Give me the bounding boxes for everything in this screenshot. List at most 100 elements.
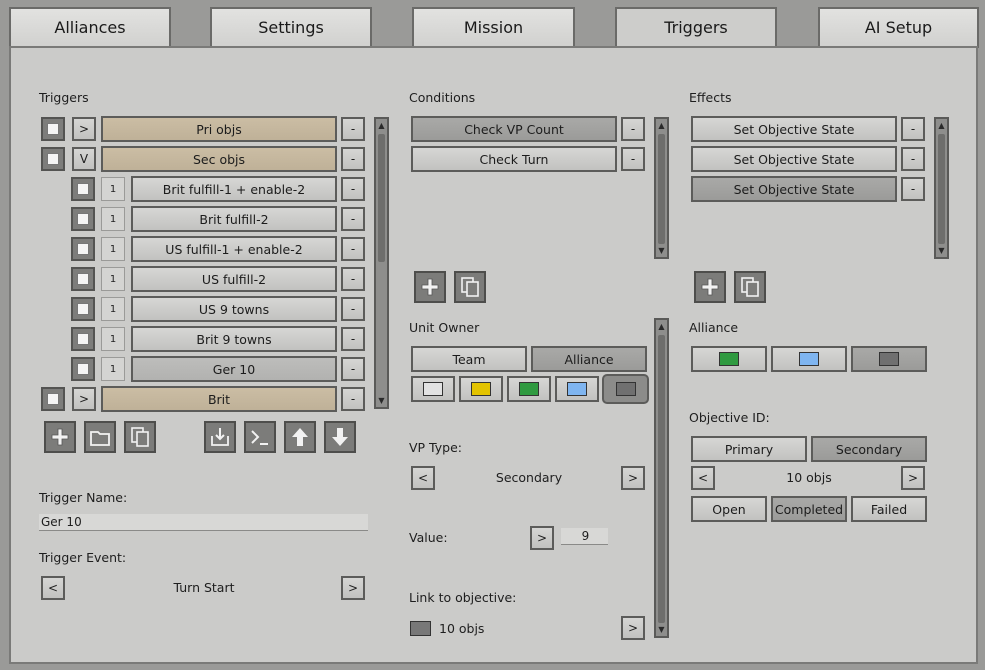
tab-triggers[interactable]: Triggers bbox=[615, 7, 777, 50]
scroll-up-icon[interactable]: ▲ bbox=[656, 120, 667, 131]
triggers-scrollbar[interactable]: ▲ ▼ bbox=[374, 117, 389, 409]
add-effect-button[interactable] bbox=[694, 271, 726, 303]
condition-item-check-turn[interactable]: Check Turn bbox=[411, 146, 617, 172]
remove-trigger-button[interactable]: - bbox=[341, 117, 365, 141]
remove-effect-button[interactable]: - bbox=[901, 177, 925, 201]
remove-effect-button[interactable]: - bbox=[901, 117, 925, 141]
trigger-checkbox[interactable] bbox=[71, 207, 95, 231]
trigger-checkbox[interactable] bbox=[71, 177, 95, 201]
trigger-item[interactable]: Brit fulfill-1 + enable-2 bbox=[131, 176, 337, 202]
trigger-item-sec-objs[interactable]: Sec objs bbox=[101, 146, 337, 172]
trigger-item-pri-objs[interactable]: Pri objs bbox=[101, 116, 337, 142]
owner-color-yellow[interactable] bbox=[459, 376, 503, 402]
copy-condition-button[interactable] bbox=[454, 271, 486, 303]
add-condition-button[interactable] bbox=[414, 271, 446, 303]
scroll-down-icon[interactable]: ▼ bbox=[936, 245, 947, 256]
trigger-checkbox[interactable] bbox=[71, 237, 95, 261]
trigger-checkbox[interactable] bbox=[71, 327, 95, 351]
trigger-checkbox[interactable] bbox=[71, 267, 95, 291]
import-button[interactable] bbox=[204, 421, 236, 453]
tab-ai-setup[interactable]: AI Setup bbox=[818, 7, 979, 48]
trigger-name-input[interactable]: Ger 10 bbox=[39, 514, 368, 531]
trigger-item[interactable]: Brit 9 towns bbox=[131, 326, 337, 352]
vp-type-next-button[interactable]: > bbox=[621, 466, 645, 490]
owner-color-white[interactable] bbox=[411, 376, 455, 402]
remove-trigger-button[interactable]: - bbox=[341, 147, 365, 171]
scroll-thumb[interactable] bbox=[378, 134, 385, 262]
trigger-checkbox[interactable] bbox=[71, 357, 95, 381]
remove-condition-button[interactable]: - bbox=[621, 117, 645, 141]
condition-item-check-vp-count[interactable]: Check VP Count bbox=[411, 116, 617, 142]
owner-tab-alliance[interactable]: Alliance bbox=[531, 346, 647, 372]
trigger-item-brit[interactable]: Brit bbox=[101, 386, 337, 412]
move-up-button[interactable] bbox=[284, 421, 316, 453]
scroll-thumb[interactable] bbox=[658, 134, 665, 244]
add-trigger-button[interactable] bbox=[44, 421, 76, 453]
scroll-up-icon[interactable]: ▲ bbox=[656, 321, 667, 332]
move-down-button[interactable] bbox=[324, 421, 356, 453]
trigger-event-next-button[interactable]: > bbox=[341, 576, 365, 600]
remove-trigger-button[interactable]: - bbox=[341, 267, 365, 291]
trigger-event-prev-button[interactable]: < bbox=[41, 576, 65, 600]
scroll-down-icon[interactable]: ▼ bbox=[656, 624, 667, 635]
owner-color-blue[interactable] bbox=[555, 376, 599, 402]
scroll-down-icon[interactable]: ▼ bbox=[376, 395, 387, 406]
remove-trigger-button[interactable]: - bbox=[341, 297, 365, 321]
remove-trigger-button[interactable]: - bbox=[341, 387, 365, 411]
value-input[interactable]: 9 bbox=[561, 528, 608, 545]
objective-kind-primary[interactable]: Primary bbox=[691, 436, 807, 462]
conditions-scrollbar[interactable]: ▲ ▼ bbox=[654, 117, 669, 259]
remove-trigger-button[interactable]: - bbox=[341, 357, 365, 381]
remove-trigger-button[interactable]: - bbox=[341, 177, 365, 201]
trigger-item-selected[interactable]: Ger 10 bbox=[131, 356, 337, 382]
remove-condition-button[interactable]: - bbox=[621, 147, 645, 171]
effect-item-selected[interactable]: Set Objective State bbox=[691, 176, 897, 202]
remove-trigger-button[interactable]: - bbox=[341, 207, 365, 231]
script-button[interactable] bbox=[244, 421, 276, 453]
owner-tab-team[interactable]: Team bbox=[411, 346, 527, 372]
state-completed-button[interactable]: Completed bbox=[771, 496, 847, 522]
trigger-item[interactable]: US fulfill-1 + enable-2 bbox=[131, 236, 337, 262]
objective-kind-secondary[interactable]: Secondary bbox=[811, 436, 927, 462]
remove-trigger-button[interactable]: - bbox=[341, 327, 365, 351]
trigger-checkbox[interactable] bbox=[41, 147, 65, 171]
trigger-checkbox[interactable] bbox=[71, 297, 95, 321]
state-failed-button[interactable]: Failed bbox=[851, 496, 927, 522]
effect-item[interactable]: Set Objective State bbox=[691, 116, 897, 142]
scroll-thumb[interactable] bbox=[658, 335, 665, 623]
alliance-color-blue[interactable] bbox=[771, 346, 847, 372]
objective-next-button[interactable]: > bbox=[901, 466, 925, 490]
effects-scrollbar[interactable]: ▲ ▼ bbox=[934, 117, 949, 259]
add-folder-button[interactable] bbox=[84, 421, 116, 453]
collapse-button[interactable]: V bbox=[72, 147, 96, 171]
copy-trigger-button[interactable] bbox=[124, 421, 156, 453]
alliance-color-grey[interactable] bbox=[851, 346, 927, 372]
scroll-up-icon[interactable]: ▲ bbox=[936, 120, 947, 131]
conditions-detail-scrollbar[interactable]: ▲ ▼ bbox=[654, 318, 669, 638]
trigger-item[interactable]: US fulfill-2 bbox=[131, 266, 337, 292]
copy-effect-button[interactable] bbox=[734, 271, 766, 303]
scroll-thumb[interactable] bbox=[938, 134, 945, 244]
trigger-checkbox[interactable] bbox=[41, 117, 65, 141]
expand-button[interactable]: > bbox=[72, 117, 96, 141]
tab-mission[interactable]: Mission bbox=[412, 7, 575, 48]
scroll-up-icon[interactable]: ▲ bbox=[376, 120, 387, 131]
value-increment-button[interactable]: > bbox=[530, 526, 554, 550]
objective-prev-button[interactable]: < bbox=[691, 466, 715, 490]
remove-effect-button[interactable]: - bbox=[901, 147, 925, 171]
trigger-item[interactable]: Brit fulfill-2 bbox=[131, 206, 337, 232]
trigger-checkbox[interactable] bbox=[41, 387, 65, 411]
trigger-item[interactable]: US 9 towns bbox=[131, 296, 337, 322]
effect-item[interactable]: Set Objective State bbox=[691, 146, 897, 172]
expand-button[interactable]: > bbox=[72, 387, 96, 411]
state-open-button[interactable]: Open bbox=[691, 496, 767, 522]
remove-trigger-button[interactable]: - bbox=[341, 237, 365, 261]
owner-color-grey[interactable] bbox=[602, 374, 649, 404]
owner-color-green[interactable] bbox=[507, 376, 551, 402]
tab-alliances[interactable]: Alliances bbox=[9, 7, 171, 48]
link-objective-next-button[interactable]: > bbox=[621, 616, 645, 640]
scroll-down-icon[interactable]: ▼ bbox=[656, 245, 667, 256]
tab-settings[interactable]: Settings bbox=[210, 7, 372, 48]
vp-type-prev-button[interactable]: < bbox=[411, 466, 435, 490]
alliance-color-green[interactable] bbox=[691, 346, 767, 372]
